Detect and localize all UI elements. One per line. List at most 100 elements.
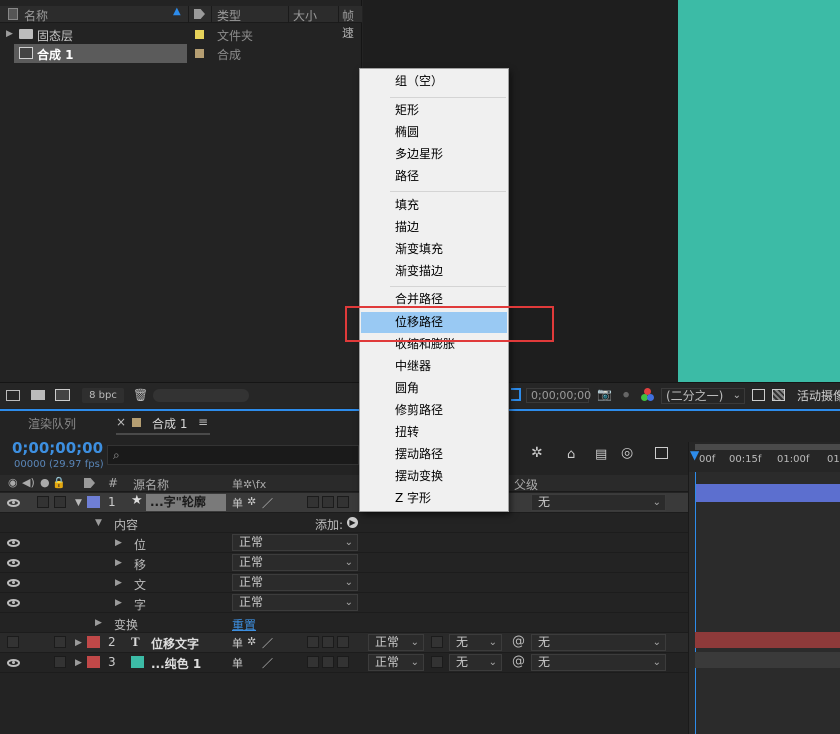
- motion-blur-switch[interactable]: [337, 636, 349, 648]
- visibility-eye-icon[interactable]: [7, 599, 20, 607]
- preserve-transparency-toggle[interactable]: [431, 656, 443, 668]
- parent-dropdown[interactable]: 无 ⌄: [531, 634, 666, 651]
- pickwhip-icon[interactable]: @: [512, 654, 525, 669]
- timeline-track-area[interactable]: [688, 472, 840, 734]
- layer-label-color[interactable]: [87, 496, 100, 508]
- menu-item-wiggle-paths[interactable]: 摆动路径: [361, 444, 507, 465]
- menu-item-stroke[interactable]: 描边: [361, 217, 507, 238]
- menu-item-rectangle[interactable]: 矩形: [361, 100, 507, 121]
- menu-item-gradient-stroke[interactable]: 渐变描边: [361, 261, 507, 282]
- blend-mode-dropdown[interactable]: 正常 ⌄: [232, 594, 358, 611]
- collapse-switch-icon[interactable]: ✲: [247, 495, 256, 508]
- expand-arrow-icon[interactable]: ▶: [115, 578, 122, 588]
- content-item-row[interactable]: ▶ 位 正常 ⌄: [0, 533, 688, 553]
- mode-dropdown[interactable]: 正常 ⌄: [368, 654, 424, 671]
- blend-mode-dropdown[interactable]: 正常 ⌄: [232, 554, 358, 571]
- project-item-comp[interactable]: 合成 1 合成: [0, 44, 362, 63]
- time-ruler[interactable]: 00f 00:15f 01:00f 01 ▼: [688, 442, 840, 472]
- region-icon[interactable]: [752, 389, 765, 401]
- visibility-eye-icon[interactable]: [7, 559, 20, 567]
- name-column-header[interactable]: 名称: [24, 7, 48, 24]
- draft-3d-icon[interactable]: ✲: [531, 445, 543, 461]
- mode-dropdown[interactable]: 正常 ⌄: [368, 634, 424, 651]
- source-name-header[interactable]: 源名称: [133, 476, 169, 493]
- track-matte-dropdown[interactable]: 无 ⌄: [449, 654, 502, 671]
- lock-toggle[interactable]: [54, 656, 66, 668]
- menu-item-group-empty[interactable]: 组（空）: [361, 71, 507, 92]
- motion-blur-switch[interactable]: [337, 656, 349, 668]
- parent-dropdown[interactable]: 无 ⌄: [531, 494, 666, 511]
- blend-mode-dropdown[interactable]: 正常 ⌄: [232, 534, 358, 551]
- color-channels-icon[interactable]: [641, 388, 655, 402]
- expand-arrow-icon[interactable]: ▶: [75, 638, 82, 648]
- menu-item-trim-paths[interactable]: 修剪路径: [361, 400, 507, 421]
- bpc-button[interactable]: 8 bpc: [82, 388, 124, 403]
- motion-blur-icon[interactable]: ◎: [621, 445, 633, 461]
- menu-item-path[interactable]: 路径: [361, 166, 507, 187]
- layer-row-1[interactable]: ▼ 1 ★ ...字"轮廓 单 ✲ ／ 无 ⌄: [0, 493, 688, 513]
- pickwhip-icon[interactable]: @: [512, 634, 525, 649]
- expand-arrow-icon[interactable]: ▶: [115, 598, 122, 608]
- layer-label-color[interactable]: [87, 636, 100, 648]
- visibility-eye-icon[interactable]: [7, 659, 20, 667]
- visibility-toggle-off[interactable]: [7, 636, 19, 648]
- current-time-display[interactable]: 0;00;00;00: [12, 439, 103, 457]
- project-item-folder[interactable]: ▶ 固态层 文件夹 ⛶: [0, 25, 362, 44]
- playhead-icon[interactable]: ▼: [690, 448, 699, 462]
- region-of-interest-icon[interactable]: [511, 388, 521, 401]
- contents-row[interactable]: ▼ 内容 添加: ▶: [0, 513, 688, 533]
- solo-toggle[interactable]: [37, 496, 49, 508]
- expand-arrow-icon[interactable]: ▶: [115, 558, 122, 568]
- effect-switch[interactable]: [307, 636, 319, 648]
- preserve-transparency-toggle[interactable]: [431, 636, 443, 648]
- menu-item-twist[interactable]: 扭转: [361, 422, 507, 443]
- menu-item-round-corners[interactable]: 圆角: [361, 378, 507, 399]
- parent-dropdown[interactable]: 无 ⌄: [531, 654, 666, 671]
- lock-toggle[interactable]: [54, 636, 66, 648]
- content-item-row[interactable]: ▶ 字 正常 ⌄: [0, 593, 688, 613]
- viewer-timecode[interactable]: 0;00;00;00: [526, 388, 591, 403]
- collapse-arrow-icon[interactable]: ▼: [95, 518, 102, 528]
- expand-arrow-icon[interactable]: ▶: [95, 618, 102, 628]
- visibility-eye-icon[interactable]: [7, 579, 20, 587]
- interpret-footage-icon[interactable]: [6, 390, 20, 401]
- transparency-grid-icon[interactable]: [772, 389, 785, 401]
- composition-canvas[interactable]: [678, 0, 840, 382]
- visibility-eye-icon[interactable]: [7, 539, 20, 547]
- resolution-dropdown[interactable]: (二分之一) ⌄: [661, 388, 745, 404]
- size-column-header[interactable]: 大小: [293, 7, 317, 24]
- shy-switch-icon[interactable]: 单: [232, 495, 243, 511]
- new-folder-icon[interactable]: [31, 390, 45, 400]
- new-composition-icon[interactable]: [55, 389, 70, 401]
- lock-toggle[interactable]: [54, 496, 66, 508]
- quality-switch-icon[interactable]: ／: [262, 655, 273, 671]
- content-item-row[interactable]: ▶ 文 正常 ⌄: [0, 573, 688, 593]
- expand-arrow-icon[interactable]: ▶: [115, 538, 122, 548]
- menu-item-fill[interactable]: 填充: [361, 195, 507, 216]
- tab-comp[interactable]: 合成 1: [152, 415, 187, 432]
- motion-blur-switch[interactable]: [337, 496, 349, 508]
- menu-item-wiggle-transform[interactable]: 摆动变换: [361, 466, 507, 487]
- add-menu-button[interactable]: ▶: [347, 517, 358, 528]
- effect-switch[interactable]: [307, 496, 319, 508]
- frame-blend-switch[interactable]: [322, 636, 334, 648]
- shy-layers-icon[interactable]: ⌂: [567, 447, 575, 462]
- trash-icon[interactable]: 🗑: [133, 388, 148, 402]
- visibility-eye-icon[interactable]: [7, 499, 20, 507]
- layer-name[interactable]: 位移文字: [151, 635, 199, 652]
- expand-arrow-icon[interactable]: ▶: [6, 29, 13, 39]
- thumbnail-scrollbar[interactable]: [153, 389, 249, 402]
- layer-1-duration-bar[interactable]: [695, 484, 840, 502]
- frame-blending-icon[interactable]: ▤: [595, 447, 607, 462]
- layer-3-duration-bar[interactable]: [695, 652, 840, 668]
- frame-blend-switch[interactable]: [322, 656, 334, 668]
- layer-row-2[interactable]: ▶ 2 T 位移文字 单 ✲ ／ 正常 ⌄ 无 ⌄ @ 无 ⌄: [0, 633, 688, 653]
- layer-search-input[interactable]: ⌕: [107, 445, 359, 465]
- layer-label-color[interactable]: [87, 656, 100, 668]
- quality-switch-icon[interactable]: ／: [262, 495, 273, 511]
- collapse-switch-icon[interactable]: ✲: [247, 635, 256, 648]
- menu-item-ellipse[interactable]: 椭圆: [361, 122, 507, 143]
- content-item-row[interactable]: ▶ 移 正常 ⌄: [0, 553, 688, 573]
- shy-switch-icon[interactable]: 单: [232, 655, 243, 671]
- menu-item-polystar[interactable]: 多边星形: [361, 144, 507, 165]
